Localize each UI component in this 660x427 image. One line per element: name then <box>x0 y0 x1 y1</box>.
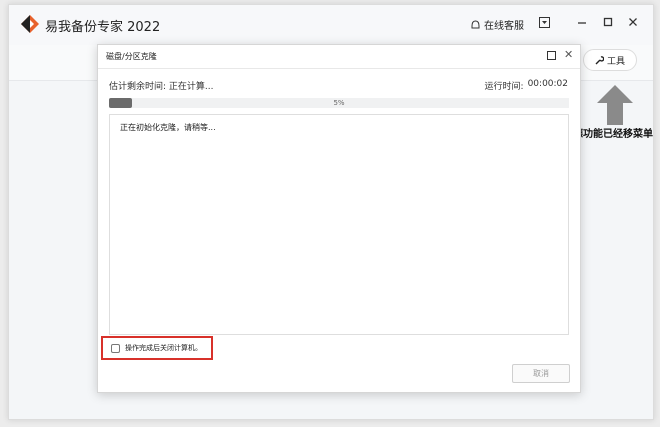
online-support-button[interactable]: 在线客服 <box>471 17 524 32</box>
runtime-row: 运行时间: 00:00:02 <box>485 79 568 92</box>
app-window: 易我备份专家 2022 在线客服 工具 德功能已经移菜单 磁盘/分区克隆 ✕ 估… <box>8 4 654 420</box>
log-line: 正在初始化克隆，请稍等... <box>120 123 216 132</box>
cancel-button[interactable]: 取消 <box>512 364 570 383</box>
app-logo-icon <box>21 15 39 33</box>
minimize-icon[interactable] <box>575 17 589 31</box>
clone-dialog: 磁盘/分区克隆 ✕ 估计剩余时间: 正在计算... 运行时间: 00:00:02… <box>97 44 581 393</box>
runtime-label: 运行时间: <box>484 82 524 92</box>
title-bar: 易我备份专家 2022 在线客服 <box>9 5 653 45</box>
support-icon <box>471 19 480 28</box>
maximize-icon[interactable] <box>601 17 615 31</box>
dialog-close-icon[interactable]: ✕ <box>564 48 573 61</box>
dialog-title: 磁盘/分区克隆 <box>106 52 157 61</box>
dialog-maximize-icon[interactable] <box>547 51 556 60</box>
shutdown-option: 操作完成后关闭计算机。 <box>101 336 213 360</box>
arrow-up-icon <box>597 85 633 125</box>
progress-text: 5% <box>333 99 345 107</box>
dialog-header: 磁盘/分区克隆 ✕ <box>98 45 580 69</box>
shutdown-label[interactable]: 操作完成后关闭计算机。 <box>125 343 202 353</box>
app-title: 易我备份专家 2022 <box>45 20 161 35</box>
progress-bar: 5% <box>109 98 569 108</box>
feature-moved-hint: 德功能已经移菜单 <box>573 129 653 140</box>
tools-button[interactable]: 工具 <box>583 49 637 71</box>
estimate-value: 正在计算... <box>168 82 214 92</box>
shutdown-checkbox[interactable] <box>111 343 120 353</box>
close-icon[interactable] <box>626 17 640 31</box>
wrench-icon <box>595 55 604 64</box>
runtime-value: 00:00:02 <box>527 79 568 89</box>
tools-label: 工具 <box>606 56 625 67</box>
estimate-row: 估计剩余时间: 正在计算... <box>109 79 214 92</box>
estimate-label: 估计剩余时间: <box>109 82 167 92</box>
menu-dropdown-icon[interactable] <box>537 17 551 31</box>
log-area: 正在初始化克隆，请稍等... <box>109 114 569 335</box>
support-label: 在线客服 <box>484 21 524 32</box>
